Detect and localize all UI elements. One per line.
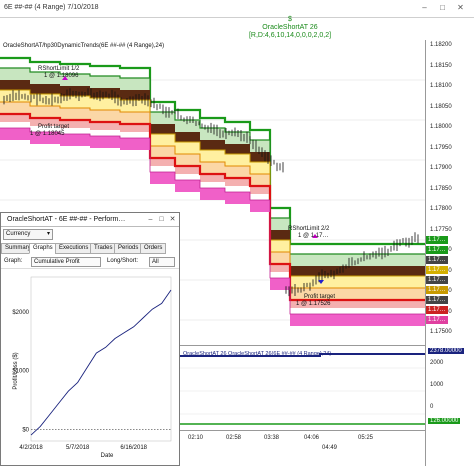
- price-tick: 1.18150: [430, 62, 452, 69]
- equity-tick-0: 0: [430, 404, 434, 410]
- price-level-tag: 1.17…: [426, 296, 448, 304]
- equity-panel-label: OracleShortAT 26 OracleShortAT 26(6E ##-…: [183, 351, 331, 357]
- time-tick: 02:10: [188, 435, 204, 441]
- profit-y-tick: $0: [22, 427, 29, 433]
- tab-executions[interactable]: Executions: [55, 243, 93, 254]
- price-tick: 1.17800: [430, 206, 452, 212]
- time-tick: 04:49: [322, 445, 338, 451]
- price-level-tag: 1.17…: [426, 276, 448, 284]
- time-tick: 04:06: [304, 435, 320, 441]
- strategy-dollar: $: [288, 16, 292, 23]
- price-level-tag: 1.17…: [426, 316, 448, 324]
- performance-title: OracleShortAT - 6E ##-## - Perform…: [7, 216, 126, 223]
- maximize-button[interactable]: □: [438, 3, 447, 12]
- strategy-badge: $ OracleShortAT 26 [R,D:4,6,10,14,0,0,0,…: [240, 16, 340, 40]
- currency-select[interactable]: Currency: [3, 229, 53, 240]
- time-tick: 03:38: [264, 435, 280, 441]
- equity-panel-plot: OracleShortAT 26 OracleShortAT 26(6E ##-…: [180, 351, 425, 425]
- strategy-name: OracleShortAT 26: [262, 24, 318, 31]
- price-level-tag: 1.17…: [426, 266, 448, 274]
- tab-trades[interactable]: Trades: [90, 243, 117, 254]
- price-axis[interactable]: 1.18200 1.18150 1.18100 1.18050 1.18000 1.179…: [425, 40, 474, 466]
- chevron-down-icon: ▾: [47, 231, 51, 237]
- perf-close-button[interactable]: ✕: [168, 215, 177, 224]
- minimize-button[interactable]: –: [420, 3, 429, 12]
- annotation-rshort-limit-bottom: RShortLimit 2/2: [288, 226, 330, 232]
- equity-bottom-tag: 126.00000: [428, 418, 461, 424]
- price-level-tag: 1.17…: [426, 236, 448, 244]
- performance-titlebar[interactable]: OracleShortAT - 6E ##-## - Perform… – □ …: [1, 213, 179, 227]
- cumulative-profit-chart: $2000$1000$0 4/2/2018 5/7/2018 6/16/2018 P…: [12, 276, 172, 459]
- price-level-tag: 1.17…: [426, 286, 448, 294]
- equity-tick-2000: 2000: [430, 360, 444, 366]
- graph-options-row: Graph: Cumulative Profit Long/Short: All: [1, 255, 179, 269]
- time-tick: 02:58: [226, 435, 242, 441]
- annotation-profit-target-top: Profit target: [38, 124, 69, 130]
- profit-x-tick: 6/16/2018: [120, 445, 147, 451]
- annotation-profit-target-top-fill: 1 @ 1.18045: [30, 131, 65, 137]
- tab-periods[interactable]: Periods: [114, 243, 143, 254]
- price-level-tag: 1.17…: [426, 246, 448, 254]
- long-short-select[interactable]: All: [149, 257, 175, 267]
- annotation-profit-target-bottom: Profit target: [304, 294, 335, 300]
- profit-x-tick: 5/7/2018: [66, 445, 90, 451]
- equity-tick-1000: 1000: [430, 382, 444, 388]
- perf-minimize-button[interactable]: –: [146, 215, 155, 224]
- price-tick: 1.17500: [430, 329, 452, 335]
- profit-y-tick: $2000: [12, 310, 29, 316]
- tab-orders[interactable]: Orders: [140, 243, 167, 254]
- annotation-rshort-limit-top: RShortLimit 1/2: [38, 66, 80, 72]
- equity-top-tag: 2378.00000: [428, 348, 464, 354]
- time-tick: 05:25: [358, 435, 374, 441]
- profit-plot-border: [30, 276, 172, 442]
- chart-indicator-label: OracleShortAT/hp30DynamicTrends(6E ##-##…: [3, 43, 165, 49]
- performance-window[interactable]: OracleShortAT - 6E ##-## - Perform… – □ …: [0, 212, 180, 466]
- close-button[interactable]: ✕: [456, 3, 465, 12]
- price-tick: 1.17850: [430, 185, 452, 192]
- window-titlebar: 6E ##-## (4 Range) 7/10/2018 – □ ✕: [0, 0, 474, 18]
- price-level-tag: 1.17…: [426, 256, 448, 264]
- annotation-rshort-limit-top-fill: 1 @ 1.18096: [44, 73, 79, 79]
- price-tick: 1.18050: [430, 103, 452, 110]
- perf-maximize-button[interactable]: □: [157, 215, 166, 224]
- annotation-rshort-limit-bottom-fill: 1 @ 1.17…: [298, 233, 328, 239]
- cumulative-profit-line: [30, 289, 172, 436]
- price-tick: 1.17900: [430, 165, 452, 171]
- annotation-profit-target-bottom-fill: 1 @ 1.17526: [296, 301, 331, 307]
- window-title: 6E ##-## (4 Range) 7/10/2018: [4, 4, 99, 11]
- time-axis[interactable]: 02:10 02:58 03:38 04:06 04:49 05:25: [180, 430, 425, 466]
- tab-graphs[interactable]: Graphs: [29, 243, 57, 254]
- graph-label: Graph:: [4, 258, 23, 264]
- price-tick: 1.18100: [430, 83, 452, 89]
- profit-x-ticks: 4/2/2018 5/7/2018 6/16/2018: [19, 445, 147, 451]
- profit-x-tick: 4/2/2018: [19, 445, 43, 451]
- graph-type-select[interactable]: Cumulative Profit: [31, 257, 101, 267]
- long-short-label: Long/Short:: [107, 258, 139, 264]
- price-tick: 1.17750: [430, 226, 452, 233]
- price-tick: 1.17950: [430, 144, 452, 151]
- strategy-equity-panel[interactable]: OracleShortAT 26 OracleShortAT 26(6E ##-…: [180, 345, 425, 430]
- profit-chart-grid: [30, 276, 172, 442]
- strategy-params: [R,D:4,6,10,14,0,0,0,2,0,2]: [248, 32, 332, 39]
- profit-x-axis-label: Date: [101, 453, 114, 459]
- price-level-tag: 1.17…: [426, 306, 448, 314]
- price-tick: 1.18000: [430, 124, 452, 130]
- price-tick: 1.18200: [430, 42, 452, 48]
- profit-y-axis-label: Profit/Loss ($): [13, 352, 19, 389]
